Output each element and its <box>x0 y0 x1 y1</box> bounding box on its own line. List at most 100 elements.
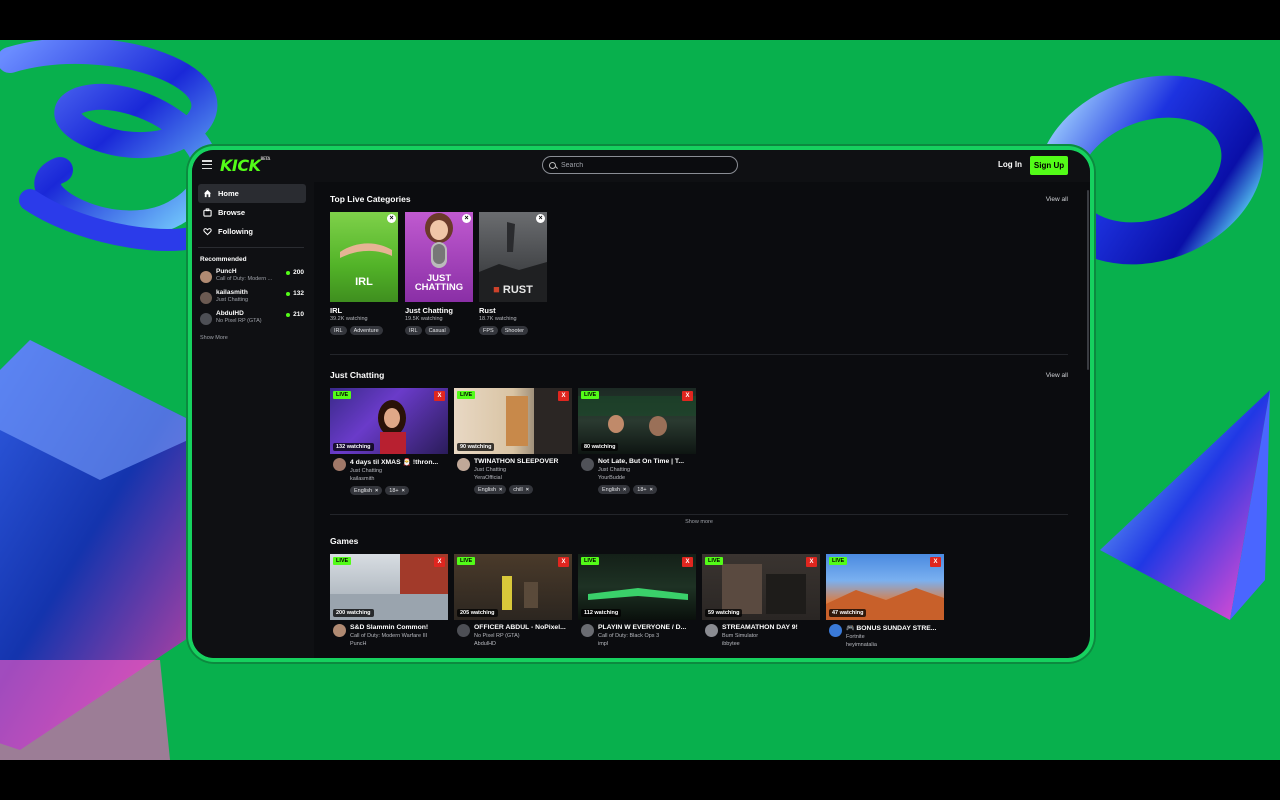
category-art: ■ RUST × <box>479 212 547 302</box>
avatar[interactable] <box>333 624 346 637</box>
stream-user[interactable]: PuncH <box>350 641 448 647</box>
tag[interactable]: English × <box>350 486 383 495</box>
stream-category[interactable]: Call of Duty: Black Ops 3 <box>598 633 696 639</box>
stream-user[interactable]: YourBudde <box>598 475 696 481</box>
close-icon[interactable]: × <box>387 214 396 223</box>
sidebar-show-more[interactable]: Show More <box>200 335 314 341</box>
remove-tag-icon: × <box>649 486 653 493</box>
stream-title[interactable]: Not Late, But On Time | T... <box>598 458 696 465</box>
stream-card[interactable]: LIVE X 205 watching OFFICER ABDUL - NoPi… <box>454 554 572 647</box>
show-more-just-chatting[interactable]: Show more <box>330 510 1068 528</box>
stream-title[interactable]: 4 days til XMAS 🎅 !thron... <box>350 458 448 466</box>
tag[interactable]: Shooter <box>500 326 528 335</box>
main-content: Top Live Categories View all IRL × IRL 3… <box>330 182 1070 658</box>
viewer-number: 200 <box>293 269 304 276</box>
stream-card[interactable]: LIVE X 200 watching S&D Slammin Common! … <box>330 554 448 647</box>
sidebar-divider <box>198 247 304 248</box>
avatar[interactable] <box>581 624 594 637</box>
avatar[interactable] <box>581 458 594 471</box>
avatar[interactable] <box>457 624 470 637</box>
stream-card[interactable]: LIVE X 80 watching Not Late, But On Time… <box>578 388 696 494</box>
category-watching: 39.2K watching <box>330 316 368 322</box>
close-icon[interactable]: X <box>930 557 941 567</box>
close-icon[interactable]: × <box>536 214 545 223</box>
stream-user[interactable]: heyimnatalia <box>846 642 944 648</box>
kick-logo[interactable]: KICKBETA <box>220 156 270 175</box>
close-icon[interactable]: X <box>682 557 693 567</box>
viewer-count: 200 <box>286 269 304 276</box>
stream-category[interactable]: Bum Simulator <box>722 633 820 639</box>
stream-user[interactable]: ibbytee <box>722 641 820 647</box>
stream-category[interactable]: Fortnite <box>846 634 944 640</box>
sidebar-item-following[interactable]: Following <box>198 222 306 241</box>
stream-user[interactable]: AbdulHD <box>474 641 572 647</box>
stream-title[interactable]: PLAYIN W EVERYONE / D... <box>598 624 696 631</box>
stream-title[interactable]: STREAMATHON DAY 9! <box>722 624 820 631</box>
show-more-label[interactable]: Show more <box>679 519 719 525</box>
category-card-irl[interactable]: IRL × IRL 39.2K watching IRL Adventure <box>330 212 398 335</box>
close-icon[interactable]: X <box>434 557 445 567</box>
sidebar-item-browse[interactable]: Browse <box>198 203 306 222</box>
viewer-count: 47 watching <box>829 609 867 617</box>
sidebar-item-home[interactable]: Home <box>198 184 306 203</box>
close-icon[interactable]: X <box>558 557 569 567</box>
live-badge: LIVE <box>581 557 600 565</box>
avatar[interactable] <box>457 458 470 471</box>
tag[interactable]: 18+ × <box>385 486 409 495</box>
stream-title[interactable]: OFFICER ABDUL - NoPixel... <box>474 624 572 631</box>
stream-tags: English × chill × <box>474 485 572 494</box>
tag[interactable]: chill × <box>509 485 533 494</box>
recommended-channel[interactable]: kailasmith Just Chatting 132 <box>200 289 306 310</box>
close-icon[interactable]: X <box>558 391 569 401</box>
channel-category: Just Chatting <box>216 297 249 303</box>
tag[interactable]: Casual <box>424 326 450 335</box>
stream-category[interactable]: Just Chatting <box>350 468 448 474</box>
stream-title[interactable]: TWINATHON SLEEPOVER <box>474 458 572 465</box>
tag[interactable]: IRL <box>330 326 347 335</box>
avatar[interactable] <box>829 624 842 637</box>
category-card-rust[interactable]: ■ RUST × Rust 18.7K watching FPS Shooter <box>479 212 547 335</box>
search-bar[interactable] <box>542 156 738 174</box>
view-all-just-chatting[interactable]: View all <box>1046 372 1068 379</box>
avatar <box>200 292 212 304</box>
close-icon[interactable]: X <box>434 391 445 401</box>
tag[interactable]: English × <box>474 485 507 494</box>
stream-user[interactable]: YeraOfficial <box>474 475 572 481</box>
view-all-categories[interactable]: View all <box>1046 196 1068 203</box>
signup-button[interactable]: Sign Up <box>1030 156 1068 175</box>
avatar[interactable] <box>705 624 718 637</box>
stream-title[interactable]: S&D Slammin Common! <box>350 624 448 631</box>
tag[interactable]: Adventure <box>349 326 383 335</box>
stream-card[interactable]: LIVE X 47 watching 🎮 BONUS SUNDAY STRE..… <box>826 554 944 648</box>
stream-category[interactable]: Just Chatting <box>598 467 696 473</box>
stream-title[interactable]: 🎮 BONUS SUNDAY STRE... <box>846 624 944 632</box>
stream-category[interactable]: Just Chatting <box>474 467 572 473</box>
recommended-channel[interactable]: AbdulHD No Pixel RP (GTA) 210 <box>200 310 306 331</box>
close-icon[interactable]: × <box>462 214 471 223</box>
browse-icon <box>202 208 212 218</box>
stream-info: Not Late, But On Time | T... Just Chatti… <box>578 458 696 494</box>
stream-category[interactable]: Call of Duty: Modern Warfare III <box>350 633 448 639</box>
stream-card[interactable]: LIVE X 112 watching PLAYIN W EVERYONE / … <box>578 554 696 647</box>
recommended-channel[interactable]: PuncH Call of Duty: Modern ... 200 <box>200 268 306 289</box>
category-card-just-chatting[interactable]: JUST CHATTING × Just Chatting 19.5K watc… <box>405 212 473 335</box>
menu-icon[interactable] <box>202 160 212 169</box>
stream-card[interactable]: LIVE X 59 watching STREAMATHON DAY 9! Bu… <box>702 554 820 647</box>
search-input[interactable] <box>561 161 721 169</box>
stream-card[interactable]: LIVE X 90 watching TWINATHON SLEEPOVER J… <box>454 388 572 494</box>
scrollbar[interactable] <box>1087 190 1089 370</box>
login-button[interactable]: Log In <box>998 160 1022 169</box>
stream-user[interactable]: impl <box>598 641 696 647</box>
avatar[interactable] <box>333 458 346 471</box>
stream-info: S&D Slammin Common! Call of Duty: Modern… <box>330 624 448 647</box>
tag[interactable]: 18+ × <box>633 485 657 494</box>
category-name: IRL <box>330 306 343 315</box>
tag[interactable]: FPS <box>479 326 498 335</box>
close-icon[interactable]: X <box>806 557 817 567</box>
stream-card[interactable]: LIVE X 132 watching 4 days til XMAS 🎅 !t… <box>330 388 448 495</box>
stream-user[interactable]: kailasmith <box>350 476 448 482</box>
tag[interactable]: IRL <box>405 326 422 335</box>
stream-category[interactable]: No Pixel RP (GTA) <box>474 633 572 639</box>
close-icon[interactable]: X <box>682 391 693 401</box>
tag[interactable]: English × <box>598 485 631 494</box>
